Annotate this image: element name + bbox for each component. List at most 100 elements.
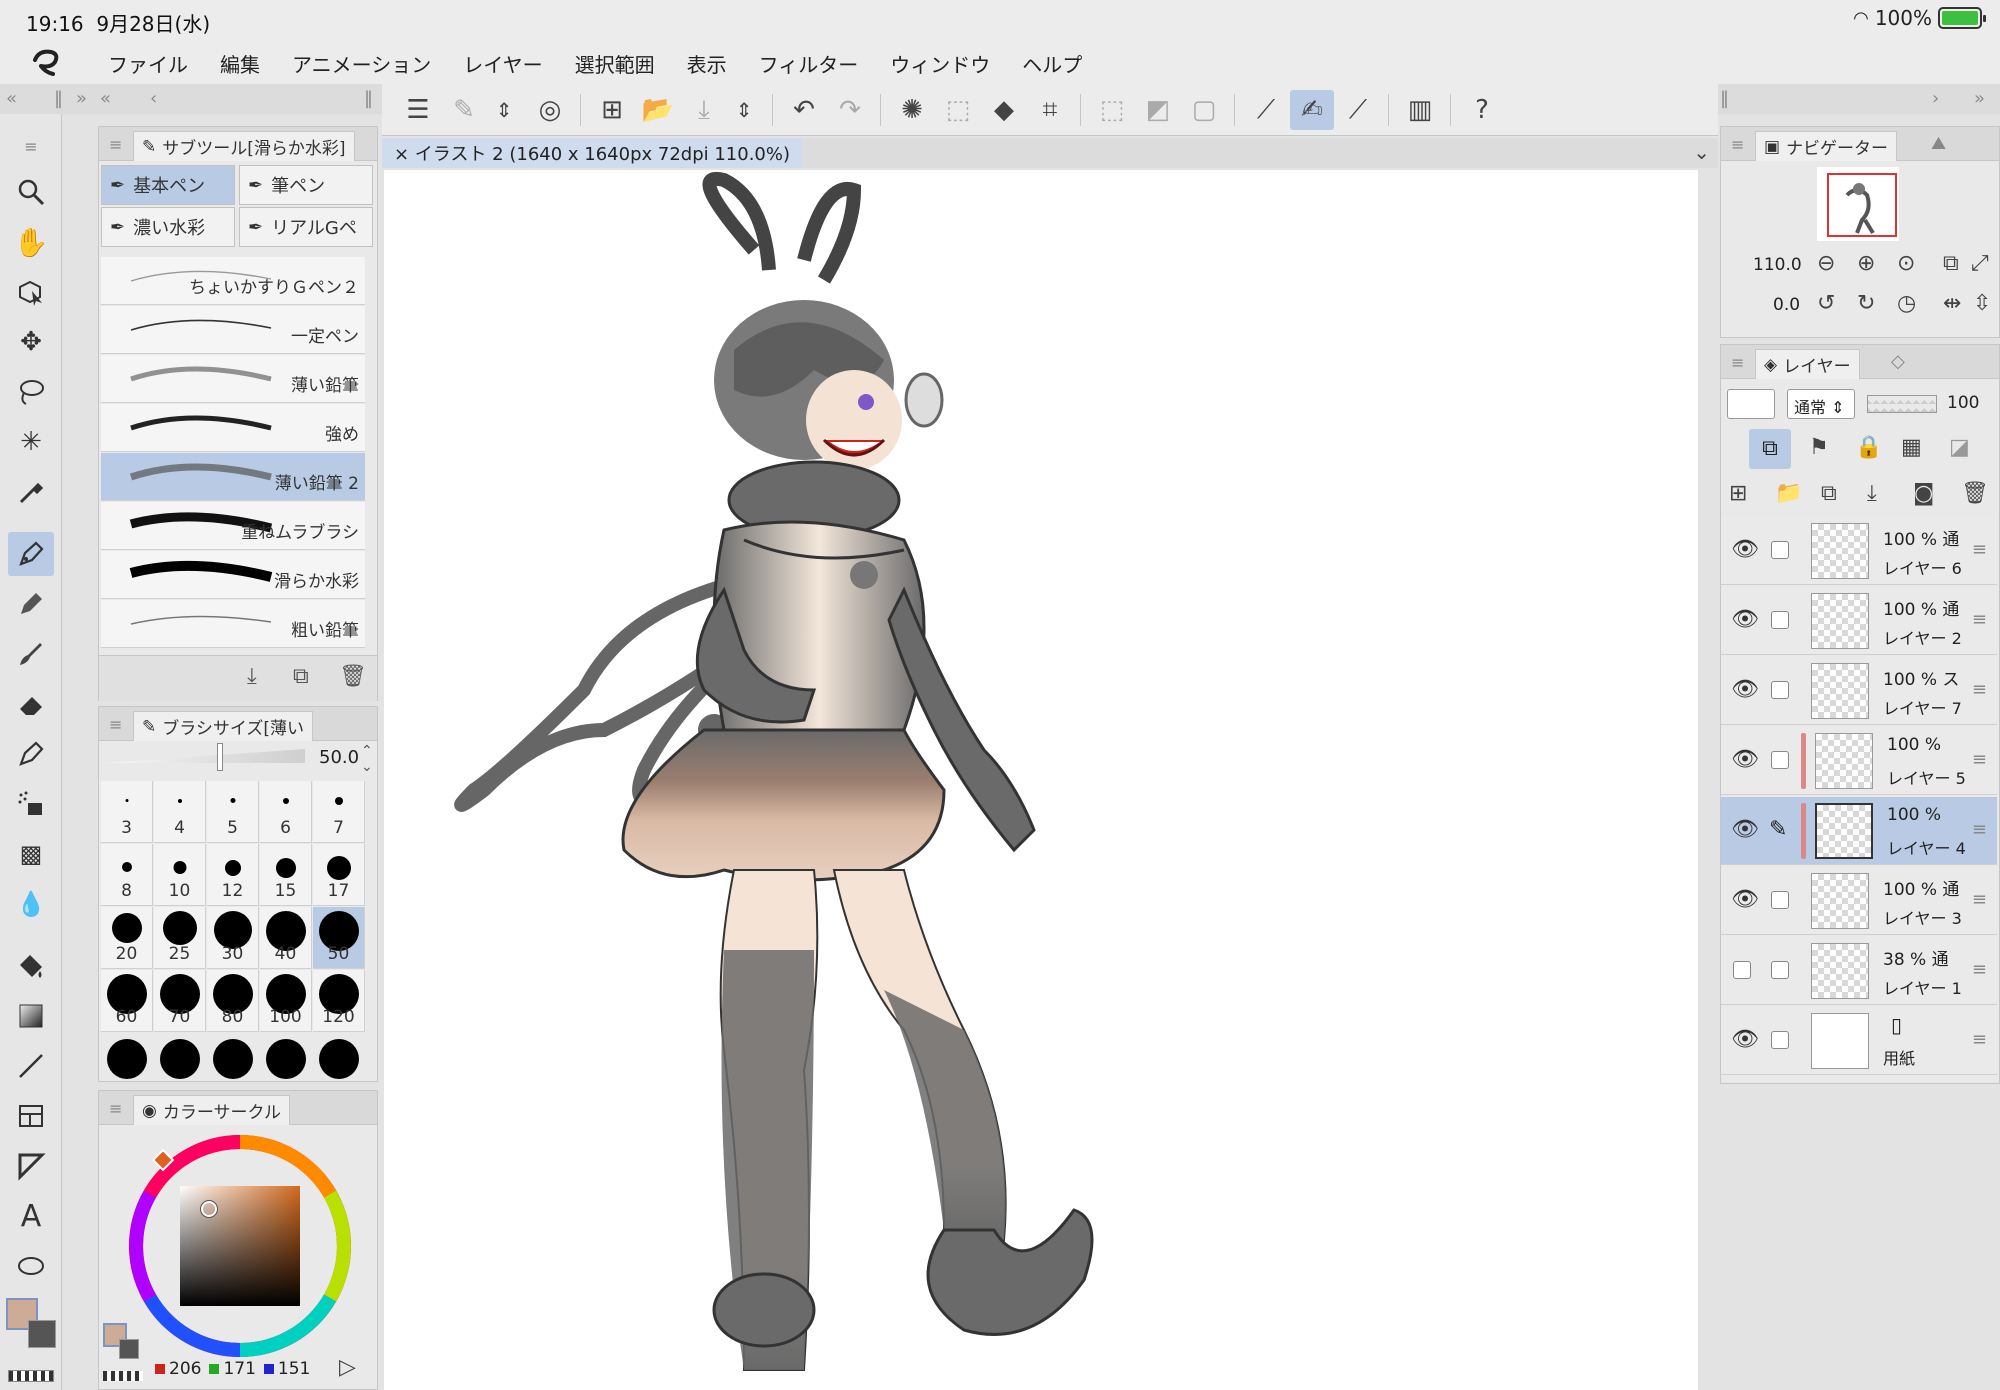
help-icon[interactable]: ? [1460,90,1504,130]
panel-menu-icon[interactable]: ≡ [109,715,122,734]
brush-snap-icon[interactable]: ✍ [1290,90,1334,130]
brush-item[interactable]: ちょいかすりＧペン２ [101,257,365,305]
fit-icon[interactable]: ⊙ [1897,251,1915,276]
trash-icon[interactable]: 🗑 [1961,481,1989,506]
trash-icon[interactable]: 🗑 [339,664,367,689]
size-cell[interactable]: 5 [207,781,259,843]
select-all-icon[interactable]: ⬚ [936,90,980,130]
brush-item[interactable]: 滑らか水彩 [101,551,365,599]
blend-mode-select[interactable]: 通常 ⇕ [1787,389,1855,419]
eye-icon[interactable]: 👁 [1731,677,1759,702]
save-icon[interactable]: ⤓ [682,90,726,130]
drawing-canvas[interactable] [384,170,1698,1390]
brush-item-selected[interactable]: 薄い鉛筆 2 [101,453,365,501]
rotation-value[interactable]: 0.0 [1773,295,1800,315]
sub-color-swatch[interactable] [119,1339,139,1359]
loading-icon[interactable]: ✺ [890,90,934,130]
rotate-left-icon[interactable]: ↺ [1817,291,1835,316]
size-cell[interactable]: 12 [207,844,259,906]
new-file-icon[interactable]: ⊞ [590,90,634,130]
menu-selection[interactable]: 選択範囲 [559,49,671,78]
eye-icon[interactable]: 👁 [1731,537,1759,562]
pen-snap-icon[interactable]: ⟋ [1336,90,1380,130]
layer-mask-icon[interactable]: ◙ [1913,481,1934,506]
eye-icon[interactable]: 👁 [1731,817,1759,842]
copy-layer-icon[interactable]: ⧉ [1821,481,1837,506]
size-cell[interactable]: 4 [154,781,206,843]
layer-tab[interactable]: ◈ レイヤー [1755,349,1860,379]
size-slider-track[interactable] [105,749,305,763]
rotate-right-icon[interactable]: ↻ [1857,291,1875,316]
eye-icon[interactable]: 👁 [1731,607,1759,632]
layer-checkbox[interactable] [1771,611,1789,629]
new-folder-icon[interactable]: 📁 [1775,481,1802,506]
sub-color-swatch[interactable] [28,1320,56,1348]
collapse-left-icon[interactable]: « [100,88,111,109]
menu-edit[interactable]: 編集 [204,49,276,78]
quick-access-icon[interactable]: ✎ [442,90,486,130]
expand-right-icon[interactable]: » [1974,88,1985,109]
move-tool-icon[interactable]: ✥ [8,320,54,364]
transparent-swatch[interactable] [103,1371,143,1381]
layer-checkbox[interactable] [1771,891,1789,909]
airbrush-tool-icon[interactable] [8,782,54,826]
dock-handle-icon[interactable]: ‖ [1720,88,1729,109]
subtool-group-brush-pen[interactable]: ✒ 筆ペン [239,165,373,205]
brush-item[interactable]: 粗い鉛筆 [101,600,365,648]
smart-select-icon[interactable]: ◎ [528,90,572,130]
chevron-left-icon[interactable]: ‹ [150,88,157,109]
download-icon[interactable]: ⤓ [247,664,257,689]
figure-tool-icon[interactable] [8,1044,54,1088]
brush-size-tab[interactable]: ✎ ブラシサイズ[薄い [133,711,314,741]
brush-tool-icon[interactable] [8,632,54,676]
pattern-tool-icon[interactable]: ▩ [8,832,54,876]
drag-handle-icon[interactable]: ≡ [1972,749,1987,770]
drag-handle-icon[interactable]: ≡ [1972,679,1987,700]
color-circle-tab[interactable]: ◉ カラーサークル [133,1095,290,1125]
size-cell[interactable]: 60 [101,970,153,1032]
text-tool-icon[interactable]: A [8,1194,54,1238]
menu-window[interactable]: ウィンドウ [874,49,1006,78]
drag-handle-icon[interactable]: ≡ [1972,539,1987,560]
redo-icon[interactable]: ↷ [828,90,872,130]
layer-color-dropdown[interactable] [1727,389,1775,419]
play-icon[interactable]: ▷ [339,1355,356,1380]
menu-animation[interactable]: アニメーション [276,49,447,78]
size-cell[interactable]: 40 [260,907,312,969]
visibility-checkbox[interactable] [1733,961,1751,979]
size-cell[interactable]: 25 [154,907,206,969]
brush-item[interactable]: 一定ペン [101,306,365,354]
layer-checkbox[interactable] [1771,681,1789,699]
layer-row[interactable]: 👁 100 % レイヤー 5 ≡ [1721,727,1997,795]
dock-handle-icon[interactable]: ‖ [364,88,373,109]
gradient-tool-icon[interactable] [8,994,54,1038]
layer-row[interactable]: 👁 ▯ 用紙 ≡ [1721,1007,1997,1075]
fill-tool-icon[interactable] [8,944,54,988]
menu-layer[interactable]: レイヤー [447,49,558,78]
size-cell[interactable]: 70 [154,970,206,1032]
dock-handle-icon[interactable]: ‖ [54,88,63,109]
size-cell[interactable]: 10 [154,844,206,906]
menu-file[interactable]: ファイル [92,49,204,78]
lock-alpha-icon[interactable]: ▦ [1901,435,1922,460]
frame-tool-icon[interactable] [8,1094,54,1138]
eye-icon[interactable]: 👁 [1731,1027,1759,1052]
stepper-icon[interactable]: ⌃ ⌄ [361,743,373,775]
hand-tool-icon[interactable]: ✋ [8,220,54,264]
lock-icon[interactable]: 🔒 [1855,435,1882,460]
invert-selection-icon[interactable]: ◩ [1136,90,1180,130]
transparent-color-swatch[interactable] [8,1370,54,1382]
drag-handle-icon[interactable]: ≡ [1972,959,1987,980]
zoom-in-icon[interactable]: ⊕ [1857,251,1875,276]
document-tab[interactable]: × イラスト 2 (1640 x 1640px 72dpi 110.0%) [382,138,803,168]
drag-handle-icon[interactable]: ≡ [1972,1029,1987,1050]
size-cell[interactable]: 8 [101,844,153,906]
menu-filter[interactable]: フィルター [743,49,875,78]
reference-layer-icon[interactable]: ⚑ [1809,435,1829,460]
brush-item[interactable]: 重ねムラブラシ [101,502,365,550]
layer-row[interactable]: 👁 100 % ス レイヤー 7 ≡ [1721,657,1997,725]
sub-view-icon[interactable]: ⛰ [1931,133,1946,154]
size-cell[interactable]: 120 [313,970,365,1032]
subtool-tab[interactable]: ✎ サブツール[滑らか水彩] [133,131,355,161]
clear-selection-icon[interactable]: ⬚ [1090,90,1134,130]
